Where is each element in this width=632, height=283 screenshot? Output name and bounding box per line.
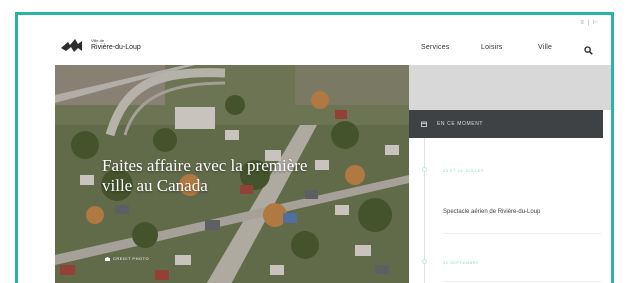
events-header: EN CE MOMENT bbox=[409, 110, 603, 138]
hero-caption: CREDIT PHOTO bbox=[105, 256, 149, 261]
timeline-dot bbox=[422, 167, 427, 172]
hero-title[interactable]: Faites affaire avec la première ville au… bbox=[102, 156, 332, 196]
camera-icon bbox=[105, 256, 110, 261]
event-date: 12 SEPTEMBRE bbox=[443, 260, 480, 265]
magnifier-icon bbox=[584, 46, 593, 55]
events-panel-top bbox=[409, 65, 611, 110]
hero-banner[interactable]: Faites affaire avec la première ville au… bbox=[55, 65, 409, 283]
search-button[interactable] bbox=[584, 42, 593, 60]
hero-caption-text: CREDIT PHOTO bbox=[113, 256, 150, 261]
event-divider bbox=[443, 281, 601, 282]
event-date: 23 ET 24 JUILLET bbox=[443, 168, 484, 173]
nav-item-loisirs[interactable]: Loisirs bbox=[481, 44, 503, 51]
events-panel: EN CE MOMENT 23 ET 24 JUILLET Spectacle … bbox=[409, 65, 611, 283]
browser-frame: ≡ | ⊢ Ville de Rivière-du-Loup Services … bbox=[15, 12, 614, 283]
logo-small-text: Ville de bbox=[91, 38, 105, 43]
timeline-dot bbox=[422, 259, 427, 264]
event-divider bbox=[443, 233, 601, 234]
utility-links[interactable]: ≡ | ⊢ bbox=[580, 19, 599, 26]
nav-item-services[interactable]: Services bbox=[421, 44, 449, 51]
nav-item-ville[interactable]: Ville bbox=[538, 44, 552, 51]
logo-main-text: Rivière-du-Loup bbox=[91, 44, 141, 51]
calendar-icon bbox=[421, 121, 427, 127]
wolf-logo-icon bbox=[61, 39, 82, 52]
events-header-label: EN CE MOMENT bbox=[437, 121, 484, 127]
event-title[interactable]: Spectacle aérien de Rivière-du-Loup bbox=[443, 208, 553, 216]
site-logo[interactable]: Ville de Rivière-du-Loup bbox=[60, 36, 141, 54]
